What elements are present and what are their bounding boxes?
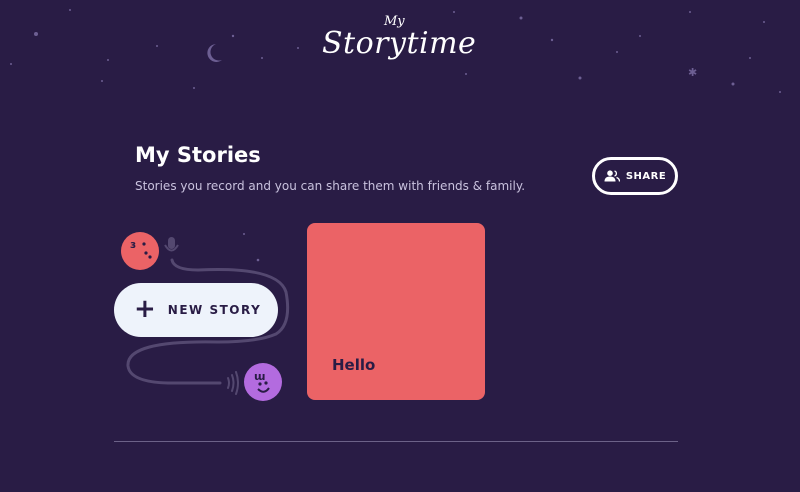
- story-title: Hello: [332, 356, 376, 374]
- story-card[interactable]: Hello: [307, 223, 485, 400]
- app-logo[interactable]: My Storytime: [318, 10, 478, 78]
- divider: [114, 441, 678, 442]
- svg-text:ɜ: ɜ: [130, 238, 136, 251]
- page-subtitle: Stories you record and you can share the…: [135, 179, 526, 193]
- share-button[interactable]: SHARE: [592, 157, 678, 195]
- microphone-icon: [164, 237, 179, 252]
- people-icon: [604, 170, 620, 182]
- share-label: SHARE: [625, 170, 667, 182]
- svg-text:✱: ✱: [688, 66, 697, 79]
- page-title: My Stories: [135, 143, 261, 167]
- plus-icon: +: [134, 293, 156, 324]
- new-story-label: NEW STORY: [167, 303, 262, 317]
- sound-waves-icon: [227, 371, 239, 395]
- crescent-moon-icon: [207, 44, 222, 62]
- logo-main-text: Storytime: [322, 26, 477, 61]
- new-story-button[interactable]: + NEW STORY: [114, 283, 278, 337]
- svg-text:ɯ: ɯ: [254, 370, 265, 383]
